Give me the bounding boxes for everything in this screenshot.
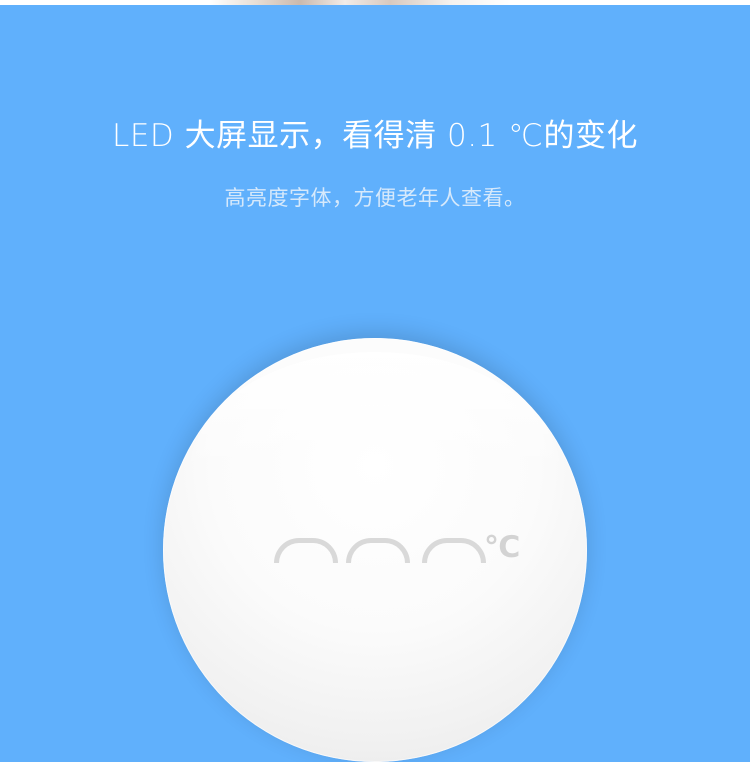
feature-subline: 高亮度字体，方便老年人查看。 [224,186,526,210]
lcd-digit [274,538,338,563]
lcd-digit [422,538,486,563]
top-photo-strip [0,0,750,5]
feature-headline: LED 大屏显示，看得清 0.1 ℃的变化 [112,118,638,154]
lcd-digit [346,538,410,563]
celsius-unit: ℃ [484,530,521,565]
device-lcd-display: ℃ [262,533,532,563]
